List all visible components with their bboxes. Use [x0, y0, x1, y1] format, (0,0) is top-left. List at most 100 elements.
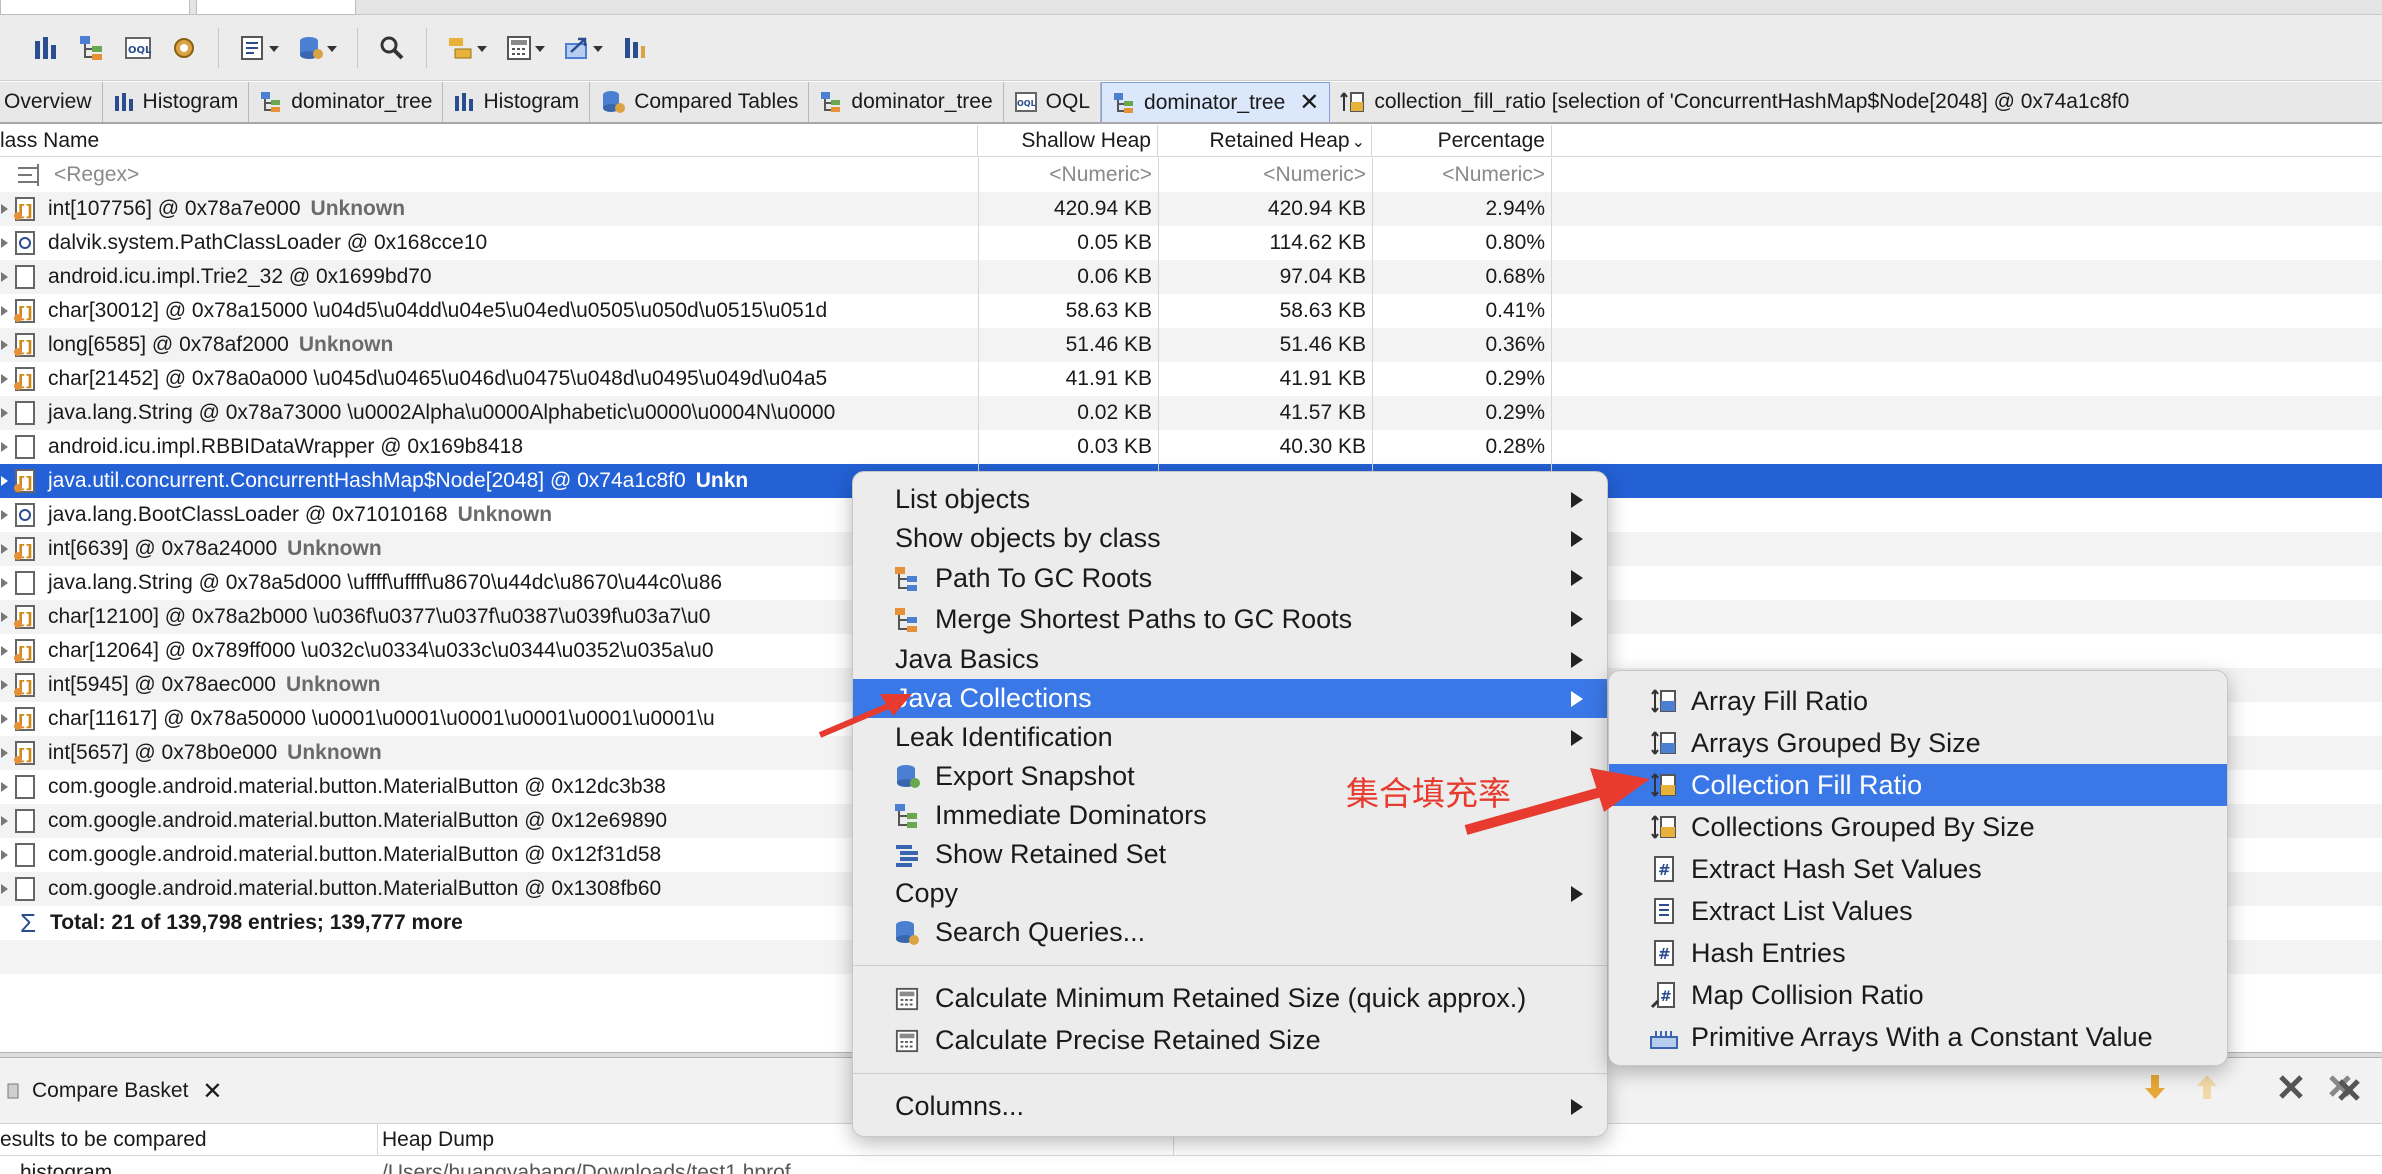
submenu-item-map-collision-ratio[interactable]: # Map Collision Ratio: [1609, 974, 2227, 1016]
expand-triangle-icon[interactable]: [0, 430, 10, 464]
menu-item-java-basics[interactable]: Java Basics: [853, 640, 1607, 679]
expand-triangle-icon[interactable]: [0, 872, 10, 906]
tab-histogram[interactable]: Histogram: [103, 82, 250, 122]
expand-triangle-icon[interactable]: [0, 396, 10, 430]
column-class-name[interactable]: lass Name: [0, 125, 978, 157]
tab-dominator-tree[interactable]: dominator_tree: [249, 82, 444, 122]
stub-tab-1[interactable]: [0, 0, 190, 15]
tab-compare-basket[interactable]: Compare Basket ✕: [0, 1070, 229, 1112]
table-row[interactable]: android.icu.impl.RBBIDataWrapper @ 0x169…: [0, 430, 2382, 464]
expand-triangle-icon[interactable]: [0, 464, 10, 498]
sum-icon: Σ: [20, 907, 37, 938]
table-row[interactable]: [] int[107756] @ 0x78a7e000 Unknown 420.94 …: [0, 192, 2382, 226]
move-up-icon[interactable]: [2192, 1072, 2222, 1102]
remove-all-icon[interactable]: [2328, 1072, 2362, 1102]
export-button[interactable]: [557, 28, 603, 68]
table-row[interactable]: java.lang.String @ 0x78a73000 \u0002Alph…: [0, 396, 2382, 430]
unknown-tag: Unknown: [287, 741, 382, 764]
tab-overview[interactable]: Overview: [0, 82, 103, 122]
column-retained-heap[interactable]: Retained Heap ⌄: [1158, 125, 1372, 157]
submenu-item-collections-grouped-by-size[interactable]: Collections Grouped By Size: [1609, 806, 2227, 848]
group-by-button[interactable]: [441, 28, 487, 68]
table-row[interactable]: dalvik.system.PathClassLoader @ 0x168cce…: [0, 226, 2382, 260]
shallow-filter-input[interactable]: <Numeric>: [978, 158, 1158, 192]
expand-triangle-icon[interactable]: [0, 192, 10, 226]
calculator-icon: [507, 35, 531, 60]
menu-item-calc-minimum[interactable]: Calculate Minimum Retained Size (quick a…: [853, 979, 1607, 1018]
run-report-button[interactable]: [233, 28, 279, 68]
column-results[interactable]: esults to be compared: [0, 1124, 378, 1156]
submenu-item-primitive-arrays-with-a-constant-value[interactable]: Primitive Arrays With a Constant Value: [1609, 1016, 2227, 1058]
move-down-icon[interactable]: [2140, 1072, 2170, 1102]
object-name: char[11617] @ 0x78a50000 \u0001\u0001\u0…: [48, 707, 715, 730]
expand-triangle-icon[interactable]: [0, 804, 10, 838]
expand-triangle-icon[interactable]: [0, 600, 10, 634]
dominator-tree-button[interactable]: [72, 28, 112, 68]
expand-triangle-icon[interactable]: [0, 498, 10, 532]
expand-triangle-icon[interactable]: [0, 226, 10, 260]
menu-item-copy[interactable]: Copy: [853, 874, 1607, 913]
expand-triangle-icon[interactable]: [0, 294, 10, 328]
tab-dominator-tree-2[interactable]: dominator_tree: [809, 82, 1004, 122]
filter-row[interactable]: <Regex> <Numeric> <Numeric> <Numeric>: [0, 158, 2382, 192]
expand-triangle-icon[interactable]: [0, 770, 10, 804]
pin-tab-button[interactable]: [615, 28, 655, 68]
menu-item-leak-identification[interactable]: Leak Identification: [853, 718, 1607, 757]
calculate-retained-button[interactable]: [499, 28, 545, 68]
column-shallow-heap[interactable]: Shallow Heap: [978, 125, 1158, 157]
oql-button[interactable]: OQL: [118, 28, 158, 68]
tab-collection-fill-ratio[interactable]: collection_fill_ratio [selection of 'Con…: [1330, 82, 2139, 122]
query-browser-button[interactable]: [291, 28, 337, 68]
column-percentage[interactable]: Percentage: [1372, 125, 1552, 157]
submenu-item-extract-list-values[interactable]: Extract List Values: [1609, 890, 2227, 932]
expand-triangle-icon[interactable]: [0, 532, 10, 566]
retained-set-icon: [893, 841, 921, 869]
menu-item-calc-precise[interactable]: Calculate Precise Retained Size: [853, 1021, 1607, 1060]
menu-item-merge-shortest-paths-to-gc-roots[interactable]: Merge Shortest Paths to GC Roots: [853, 599, 1607, 640]
tab-histogram-2[interactable]: Histogram: [443, 82, 591, 122]
compare-basket-row[interactable]: histogram /Users/huangyabang/Downloads/t…: [0, 1157, 2382, 1174]
submenu-item-array-fill-ratio[interactable]: Array Fill Ratio: [1609, 680, 2227, 722]
menu-item-list-objects[interactable]: List objects: [853, 480, 1607, 519]
shallow-heap-cell: 420.94 KB: [978, 192, 1158, 226]
stub-tab-2[interactable]: [196, 0, 356, 15]
heap-dump-details-button[interactable]: [164, 28, 204, 68]
submenu-item-arrays-grouped-by-size[interactable]: Arrays Grouped By Size: [1609, 722, 2227, 764]
find-object-button[interactable]: [372, 28, 412, 68]
table-row[interactable]: [] char[30012] @ 0x78a15000 \u04d5\u04dd\…: [0, 294, 2382, 328]
expand-triangle-icon[interactable]: [0, 702, 10, 736]
expand-triangle-icon[interactable]: [0, 328, 10, 362]
percent-filter-input[interactable]: <Numeric>: [1372, 158, 1552, 192]
expand-triangle-icon[interactable]: [0, 566, 10, 600]
remove-icon[interactable]: [2276, 1072, 2306, 1102]
table-row[interactable]: [] char[21452] @ 0x78a0a000 \u045d\u0465\…: [0, 362, 2382, 396]
regex-filter-input[interactable]: <Regex>: [54, 163, 139, 187]
menu-item-java-collections[interactable]: Java Collections: [853, 679, 1607, 718]
toolbar-separator: [426, 27, 427, 68]
collections-grouped-icon: [1649, 812, 1679, 842]
table-row[interactable]: [] long[6585] @ 0x78af2000 Unknown 51.46 KB…: [0, 328, 2382, 362]
histogram-button[interactable]: [26, 28, 66, 68]
retained-filter-input[interactable]: <Numeric>: [1158, 158, 1372, 192]
submenu-item-extract-hash-set-values[interactable]: # Extract Hash Set Values: [1609, 848, 2227, 890]
dominator-tree-icon: [821, 92, 841, 112]
menu-item-columns[interactable]: Columns...: [853, 1087, 1607, 1126]
expand-triangle-icon[interactable]: [0, 260, 10, 294]
menu-item-show-retained-set[interactable]: Show Retained Set: [853, 835, 1607, 874]
submenu-item-hash-entries[interactable]: # Hash Entries: [1609, 932, 2227, 974]
expand-triangle-icon[interactable]: [0, 838, 10, 872]
tab-dominator-tree-active[interactable]: dominator_tree ✕: [1101, 82, 1331, 122]
submenu-item-collection-fill-ratio[interactable]: Collection Fill Ratio: [1609, 764, 2227, 806]
tab-compared-tables[interactable]: Compared Tables: [590, 82, 810, 122]
expand-triangle-icon[interactable]: [0, 736, 10, 770]
menu-item-search-queries[interactable]: Search Queries...: [853, 913, 1607, 952]
expand-triangle-icon[interactable]: [0, 362, 10, 396]
table-row[interactable]: android.icu.impl.Trie2_32 @ 0x1699bd70 0.…: [0, 260, 2382, 294]
expand-triangle-icon[interactable]: [0, 668, 10, 702]
close-view-icon[interactable]: ✕: [202, 1077, 222, 1106]
menu-item-show-objects-by-class[interactable]: Show objects by class: [853, 519, 1607, 558]
menu-item-path-to-gc-roots[interactable]: Path To GC Roots: [853, 558, 1607, 599]
tab-oql[interactable]: OQL OQL: [1004, 82, 1102, 122]
expand-triangle-icon[interactable]: [0, 634, 10, 668]
close-tab-icon[interactable]: ✕: [1299, 88, 1319, 117]
